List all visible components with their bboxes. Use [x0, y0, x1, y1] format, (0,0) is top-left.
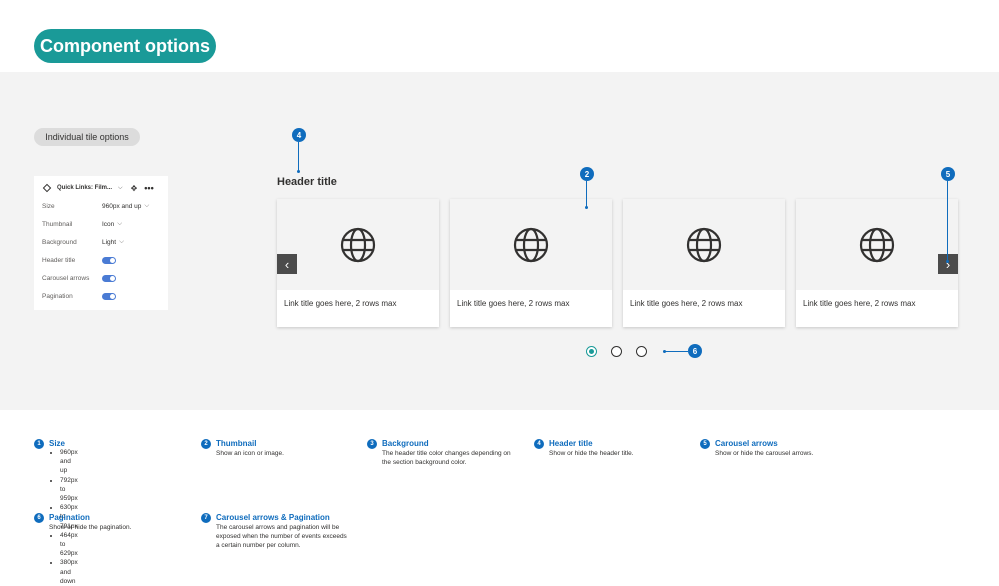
card-link-title[interactable]: Link title goes here, 2 rows max: [284, 299, 397, 308]
property-panel: Quick Links: Film... ⌵ ✥ ••• Size 960px …: [34, 176, 168, 310]
legend-description: The header title color changes depending…: [382, 450, 511, 467]
legend-number: 4: [534, 439, 544, 449]
annotation-line: [665, 351, 688, 352]
chevron-down-icon: ⌵: [144, 202, 150, 209]
annotation-pin: [297, 170, 300, 173]
pagination-toggle[interactable]: [102, 292, 116, 300]
annotation-marker: 2: [580, 167, 594, 181]
chevron-left-icon: ‹: [284, 256, 290, 272]
legend-title: Carousel arrows & Pagination: [216, 513, 330, 522]
carousel-next-button[interactable]: ›: [938, 254, 958, 274]
annotation-marker: 5: [941, 167, 955, 181]
carousel-prev-button[interactable]: ‹: [277, 254, 297, 274]
size-row[interactable]: Size 960px and up ⌵: [42, 200, 162, 212]
background-label: Background: [42, 238, 77, 246]
pagination-label: Pagination: [42, 292, 73, 300]
legend-description: Show or hide the pagination.: [49, 524, 132, 531]
legend-title: Header title: [549, 439, 593, 448]
section-label: Individual tile options: [34, 128, 140, 146]
size-label: Size: [42, 202, 55, 210]
link-card[interactable]: Link title goes here, 2 rows max: [796, 199, 958, 327]
legend-title: Size: [49, 439, 66, 448]
legend-description: Show an icon or image.: [216, 450, 284, 457]
legend-description: Show or hide the header title.: [549, 450, 634, 457]
annotation-marker: 4: [292, 128, 306, 142]
pagination-row: Pagination: [42, 290, 162, 302]
legend-number: 5: [700, 439, 710, 449]
pagination-dot[interactable]: [636, 346, 647, 357]
globe-icon: [340, 227, 376, 262]
list-item: 380px and down: [60, 558, 78, 586]
legend-title: Background: [382, 439, 429, 448]
legend-description: Show or hide the carousel arrows.: [715, 450, 814, 457]
legend-number: 7: [201, 513, 211, 523]
card-thumbnail: [796, 199, 958, 290]
panel-title: Quick Links: Film...: [57, 185, 113, 191]
card-link-title[interactable]: Link title goes here, 2 rows max: [630, 299, 743, 308]
legend-number: 2: [201, 439, 211, 449]
globe-icon: [686, 227, 722, 262]
annotation-marker: 6: [688, 344, 702, 358]
annotation-line: [586, 181, 587, 207]
globe-icon: [513, 227, 549, 262]
legend-number: 1: [34, 439, 44, 449]
card-thumbnail: [623, 199, 785, 290]
card-link-title[interactable]: Link title goes here, 2 rows max: [457, 299, 570, 308]
header-title-label: Header title: [42, 256, 76, 264]
background-row[interactable]: Background Light ⌵: [42, 236, 162, 248]
legend-description: The carousel arrows and pagination will …: [216, 524, 347, 550]
link-card[interactable]: Link title goes here, 2 rows max: [277, 199, 439, 327]
annotation-pin: [585, 206, 588, 209]
link-card[interactable]: Link title goes here, 2 rows max: [623, 199, 785, 327]
header-title-row: Header title: [42, 254, 162, 266]
thumbnail-value[interactable]: Icon: [102, 221, 114, 228]
chevron-down-icon: ⌵: [119, 238, 125, 245]
annotation-pin: [663, 350, 666, 353]
legend-title: Carousel arrows: [715, 439, 778, 448]
size-value[interactable]: 960px and up: [102, 203, 141, 210]
annotation-pin: [946, 260, 949, 263]
pagination-dot-active[interactable]: [586, 346, 597, 357]
page-title: Component options: [34, 29, 216, 63]
annotation-line: [947, 181, 948, 261]
panel-header: Quick Links: Film... ⌵ ✥ •••: [42, 182, 162, 194]
link-card[interactable]: Link title goes here, 2 rows max: [450, 199, 612, 327]
pagination-dot[interactable]: [611, 346, 622, 357]
thumbnail-row[interactable]: Thumbnail Icon ⌵: [42, 218, 162, 230]
card-link-title[interactable]: Link title goes here, 2 rows max: [803, 299, 916, 308]
legend-number: 6: [34, 513, 44, 523]
card-thumbnail: [450, 199, 612, 290]
list-item: 464px to 629px: [60, 531, 78, 559]
thumbnail-label: Thumbnail: [42, 220, 73, 228]
chevron-down-icon[interactable]: ⌵: [118, 185, 123, 192]
list-item: 792px to 959px: [60, 476, 78, 504]
legend-title: Pagination: [49, 513, 90, 522]
carousel-arrows-toggle[interactable]: [102, 274, 116, 282]
list-item: 960px and up: [60, 448, 78, 476]
card-thumbnail: [277, 199, 439, 290]
component-diamond-icon: [42, 183, 52, 193]
header-title-toggle[interactable]: [102, 256, 116, 264]
legend-title: Thumbnail: [216, 439, 257, 448]
legend-number: 3: [367, 439, 377, 449]
annotation-line: [298, 142, 299, 171]
more-options-icon[interactable]: •••: [144, 183, 153, 193]
header-title: Header title: [277, 176, 337, 188]
move-icon[interactable]: ✥: [131, 184, 138, 193]
chevron-down-icon: ⌵: [117, 220, 123, 227]
globe-icon: [859, 227, 895, 262]
carousel-arrows-label: Carousel arrows: [42, 274, 90, 282]
background-value[interactable]: Light: [102, 239, 116, 246]
carousel-arrows-row: Carousel arrows: [42, 272, 162, 284]
